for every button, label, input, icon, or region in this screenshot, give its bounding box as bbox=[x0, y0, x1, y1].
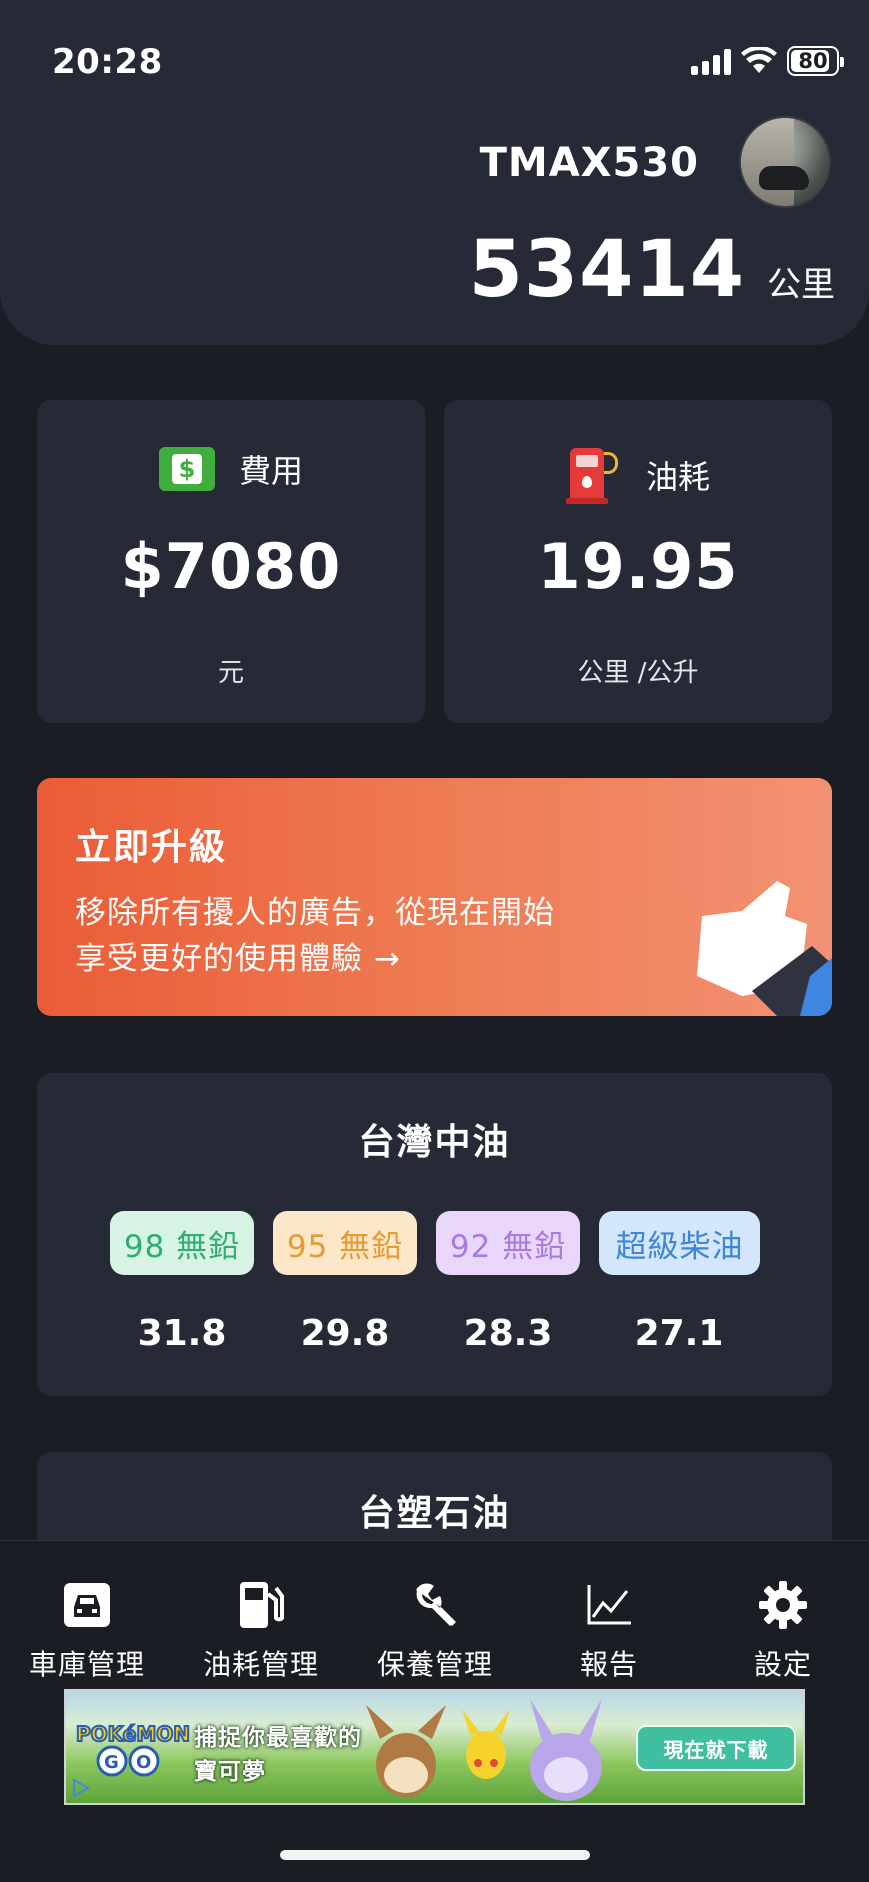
fuel-pump-icon bbox=[565, 446, 622, 504]
ad-banner[interactable]: POKéMON G O 捕捉你最喜歡的 寶可夢 現在就下載 bbox=[64, 1689, 805, 1805]
gas-company-name: 台灣中油 bbox=[358, 1122, 511, 1163]
status-indicators: 80 bbox=[691, 46, 844, 76]
cellular-signal-icon bbox=[691, 47, 731, 75]
mileage-unit: 公里 bbox=[767, 265, 835, 305]
upgrade-line-2: 享受更好的使用體驗 → bbox=[75, 941, 401, 977]
upgrade-description[interactable]: 移除所有擾人的廣告，從現在開始 享受更好的使用體驗 → bbox=[75, 890, 635, 982]
fuel-badge-95[interactable]: 95 無鉛 bbox=[273, 1211, 417, 1275]
vehicle-avatar[interactable] bbox=[739, 116, 831, 208]
fuel-badge-98[interactable]: 98 無鉛 bbox=[110, 1211, 254, 1275]
chart-icon bbox=[587, 1585, 631, 1625]
tab-fuel-label: 油耗管理 bbox=[202, 1648, 319, 1681]
ad-headline: 捕捉你最喜歡的 寶可夢 bbox=[194, 1725, 362, 1785]
gas-price-card-cpc: 台灣中油 98 無鉛 95 無鉛 92 無鉛 超級柴油 31.8 29.8 28… bbox=[37, 1073, 832, 1396]
tab-settings[interactable]: 設定 bbox=[696, 1577, 869, 1683]
fuel-price-diesel: 27.1 bbox=[634, 1313, 724, 1354]
vehicle-header: 20:28 80 TMAX530 53414 公里 bbox=[0, 0, 869, 345]
svg-text:O: O bbox=[136, 1752, 151, 1773]
fuel-price-92: 28.3 bbox=[463, 1313, 553, 1354]
bottom-tab-bar: 車庫管理 油耗管理 保養管理 報告 設定 POKéMON G O 捕捉你最喜歡的… bbox=[0, 1540, 869, 1882]
fuel-price-95: 29.8 bbox=[300, 1313, 390, 1354]
fuel-unit: 公里 /公升 bbox=[577, 658, 699, 688]
cost-value: $7080 bbox=[120, 530, 342, 603]
status-time: 20:28 bbox=[52, 42, 163, 82]
fuel-badge-diesel[interactable]: 超級柴油 bbox=[599, 1211, 760, 1275]
gas-station-icon bbox=[240, 1582, 284, 1628]
tab-garage[interactable]: 車庫管理 bbox=[0, 1577, 174, 1683]
svg-text:G: G bbox=[104, 1752, 119, 1773]
battery-icon: 80 bbox=[787, 46, 844, 76]
tab-maintenance[interactable]: 保養管理 bbox=[348, 1577, 522, 1683]
cost-unit: 元 bbox=[217, 658, 244, 688]
tab-maintenance-label: 保養管理 bbox=[376, 1648, 493, 1681]
ad-download-button[interactable]: 現在就下載 bbox=[636, 1725, 796, 1771]
wrench-icon bbox=[416, 1583, 456, 1626]
battery-level: 80 bbox=[798, 49, 828, 73]
svg-text:POKéMON: POKéMON bbox=[76, 1722, 190, 1746]
tab-fuel[interactable]: 油耗管理 bbox=[174, 1577, 348, 1683]
cost-label: 費用 bbox=[238, 452, 303, 490]
vehicle-name[interactable]: TMAX530 bbox=[480, 140, 699, 186]
fuel-efficiency-card[interactable]: 油耗 19.95 公里 /公升 bbox=[444, 400, 832, 723]
mileage: 53414 公里 bbox=[469, 225, 835, 315]
money-icon: $ bbox=[158, 447, 215, 491]
tab-garage-label: 車庫管理 bbox=[28, 1648, 145, 1681]
tab-settings-label: 設定 bbox=[753, 1648, 812, 1681]
mileage-value: 53414 bbox=[468, 225, 745, 315]
pokemon-characters-illustration bbox=[366, 1699, 602, 1801]
pokemon-go-logo: POKéMON G O bbox=[75, 1721, 190, 1777]
car-icon bbox=[64, 1583, 110, 1627]
thumbs-up-icon bbox=[697, 881, 832, 1016]
upgrade-title: 立即升級 bbox=[75, 827, 228, 868]
fuel-badge-92[interactable]: 92 無鉛 bbox=[436, 1211, 580, 1275]
tab-reports-label: 報告 bbox=[579, 1648, 638, 1681]
ad-choices-icon[interactable] bbox=[70, 1777, 92, 1799]
app-screen: 20:28 80 TMAX530 53414 公里 $ 費用 $7080 元 油… bbox=[0, 0, 869, 1882]
fuel-label: 油耗 bbox=[645, 458, 710, 496]
cost-card[interactable]: $ 費用 $7080 元 bbox=[37, 400, 425, 723]
tab-reports[interactable]: 報告 bbox=[522, 1577, 696, 1683]
fuel-value: 19.95 bbox=[537, 530, 739, 603]
home-indicator[interactable] bbox=[280, 1850, 590, 1860]
upgrade-banner[interactable]: 立即升級 移除所有擾人的廣告，從現在開始 享受更好的使用體驗 → bbox=[37, 778, 832, 1016]
gear-icon bbox=[759, 1581, 807, 1629]
upgrade-line-1: 移除所有擾人的廣告，從現在開始 bbox=[75, 895, 555, 931]
gas-company-name: 台塑石油 bbox=[358, 1493, 511, 1534]
fuel-price-98: 31.8 bbox=[137, 1313, 227, 1354]
wifi-icon bbox=[741, 47, 777, 73]
